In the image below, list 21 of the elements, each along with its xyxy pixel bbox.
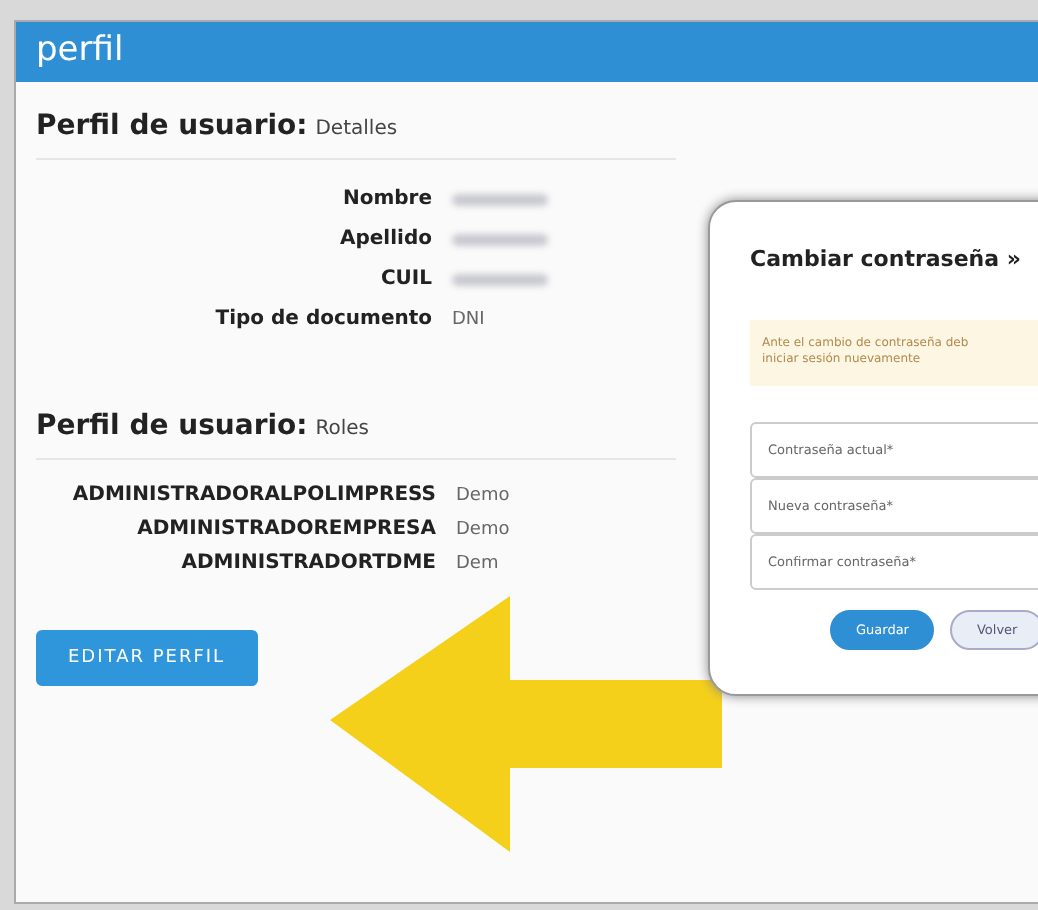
field-value: DNI <box>452 309 485 329</box>
role-value: Demo <box>456 485 510 505</box>
redacted-value <box>452 233 548 245</box>
window-title: perfil <box>16 22 1038 82</box>
redacted-value <box>452 193 548 205</box>
field-label: Nombre <box>342 188 432 210</box>
role-value: Dem <box>456 553 499 573</box>
edit-profile-button[interactable]: EDITAR PERFIL <box>36 630 258 686</box>
role-name: ADMINISTRADOREMPRESA <box>137 518 436 540</box>
field-label: Tipo de documento <box>215 308 432 330</box>
field-label: CUIL <box>380 268 432 290</box>
section-subheading: Roles <box>315 418 369 440</box>
section-subheading: Detalles <box>315 118 398 140</box>
role-name: ADMINISTRADORALPOLIMPRESS <box>72 484 436 506</box>
role-value: Demo <box>456 519 510 539</box>
redacted-value <box>452 273 548 285</box>
field-label: Apellido <box>340 228 432 250</box>
section-heading: Perfil de usuario: <box>36 110 308 142</box>
section-heading: Perfil de usuario: <box>36 410 308 442</box>
dialog-title: Cambiar contraseña » <box>750 246 1021 272</box>
role-name: ADMINISTRADORTDME <box>181 552 436 574</box>
